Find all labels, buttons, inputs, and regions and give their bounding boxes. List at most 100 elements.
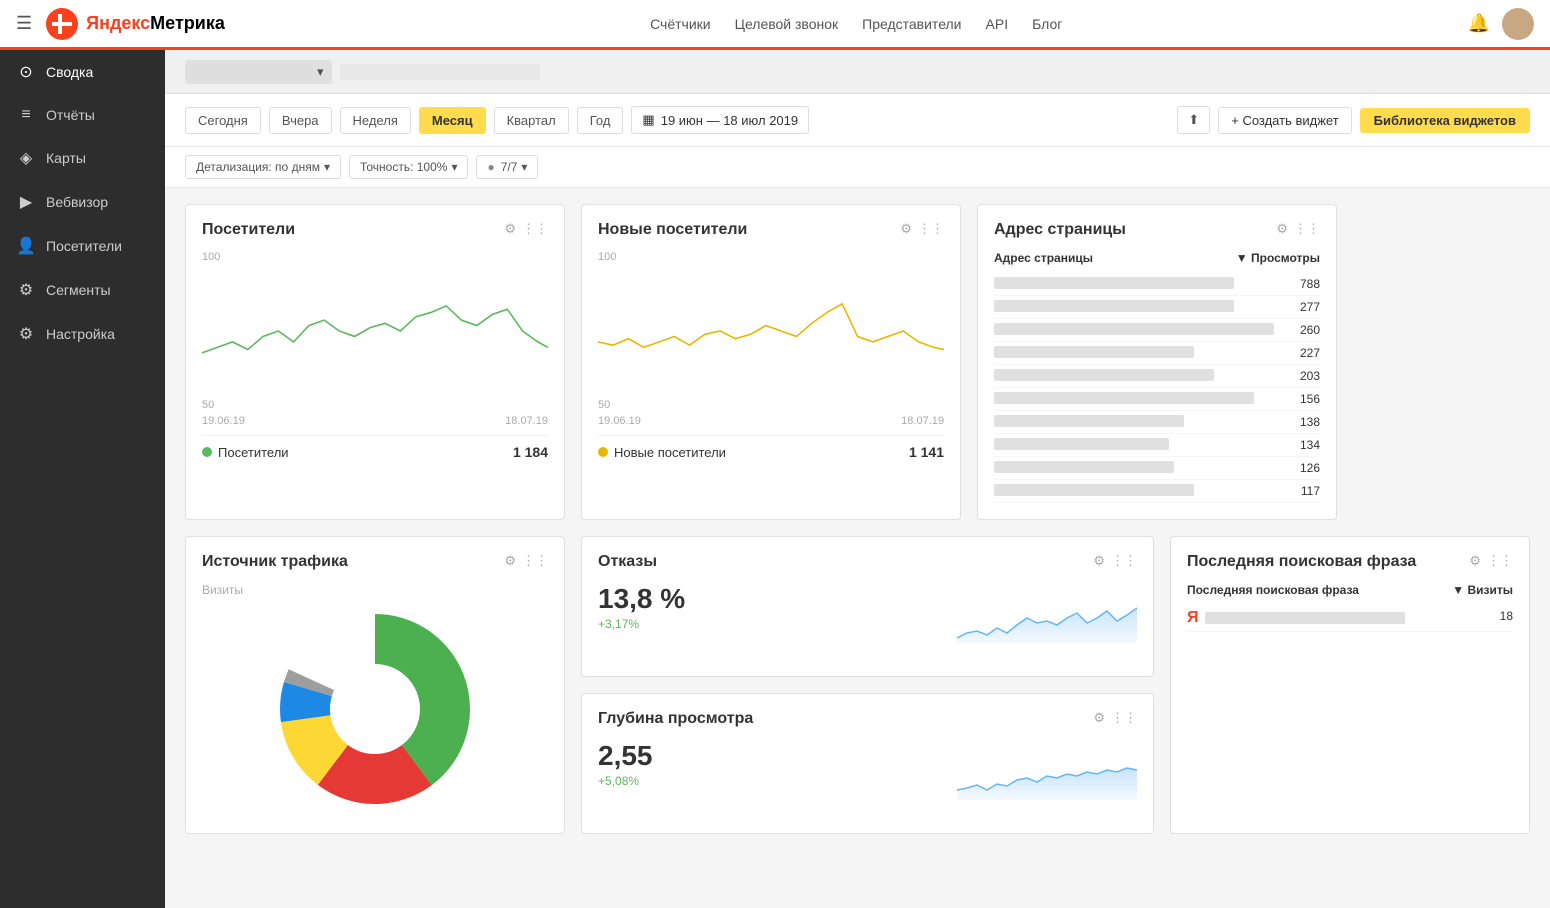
sidebar-label-karty: Карты — [46, 150, 86, 166]
sidebar-item-karty[interactable]: ◈ Карты — [0, 136, 165, 180]
search-visits-value: 18 — [1473, 609, 1513, 627]
address-blurred — [994, 346, 1194, 358]
counter-url-blurred — [340, 64, 540, 80]
nav-blog[interactable]: Блог — [1032, 16, 1062, 32]
depth-card: Глубина просмотра ⚙ ⋮⋮ 2,55 +5,08% — [581, 693, 1154, 834]
sidebar-label-svodka: Сводка — [46, 64, 93, 80]
period-week[interactable]: Неделя — [340, 107, 411, 134]
new-visitors-legend-value: 1 141 — [909, 444, 944, 460]
search-phrase-blurred — [1205, 612, 1405, 624]
bounce-stat-info: 13,8 % +3,17% — [598, 583, 945, 639]
toolbar-right: ⬆ + Создать виджет Библиотека виджетов — [1177, 106, 1530, 134]
grid-icon[interactable]: ⋮⋮ — [1294, 221, 1320, 237]
search-table-header: Последняя поисковая фраза ▼ Визиты — [1187, 583, 1513, 597]
address-blurred — [994, 323, 1274, 335]
bounce-actions: ⚙ ⋮⋮ — [1093, 553, 1137, 569]
visitors-legend-label: Посетители — [218, 445, 289, 460]
table-row: 117 — [994, 480, 1320, 503]
depth-header: Глубина просмотра ⚙ ⋮⋮ — [598, 710, 1137, 728]
nav-zvonok[interactable]: Целевой звонок — [735, 16, 839, 32]
grid-icon[interactable]: ⋮⋮ — [522, 553, 548, 569]
sidebar-label-posetiteli: Посетители — [46, 238, 122, 254]
address-col2: ▼ Просмотры — [1236, 251, 1320, 265]
nav-right: 🔔 — [1468, 8, 1534, 40]
grid-icon[interactable]: ⋮⋮ — [522, 221, 548, 237]
grid-row-2: Источник трафика ⚙ ⋮⋮ Визиты — [185, 536, 1530, 834]
sidebar-item-nastrojka[interactable]: ⚙ Настройка — [0, 312, 165, 356]
bounce-card: Отказы ⚙ ⋮⋮ 13,8 % +3,17% — [581, 536, 1154, 677]
address-blurred — [994, 300, 1234, 312]
visitors-card: Посетители ⚙ ⋮⋮ 100 50 — [185, 204, 565, 520]
search-header: Последняя поисковая фраза ⚙ ⋮⋮ — [1187, 553, 1513, 571]
grid-icon[interactable]: ⋮⋮ — [1111, 710, 1137, 726]
traffic-title: Источник трафика — [202, 553, 348, 571]
visitors-legend-value: 1 184 — [513, 444, 548, 460]
segments-dropdown[interactable]: ● 7/7 ▾ — [476, 155, 538, 179]
period-month[interactable]: Месяц — [419, 107, 486, 134]
new-visitors-chart — [598, 271, 944, 391]
sidebar-item-svodka[interactable]: ⊙ Сводка — [0, 50, 165, 94]
vebvizor-icon: ▶ — [16, 192, 36, 212]
grid-row-1: Посетители ⚙ ⋮⋮ 100 50 — [185, 204, 1530, 520]
new-visitors-header: Новые посетители ⚙ ⋮⋮ — [598, 221, 944, 239]
sidebar-item-segmenty[interactable]: ⚙ Сегменты — [0, 268, 165, 312]
main-content: ▾ Сегодня Вчера Неделя Месяц Квартал Год… — [165, 50, 1550, 908]
gear-icon[interactable]: ⚙ — [504, 221, 516, 237]
visitors-legend-dot — [202, 447, 212, 457]
sidebar: ⊙ Сводка ≡ Отчёты ◈ Карты ▶ Вебвизор 👤 П… — [0, 50, 165, 908]
user-avatar[interactable] — [1502, 8, 1534, 40]
sidebar-item-vebvizor[interactable]: ▶ Вебвизор — [0, 180, 165, 224]
hamburger-menu[interactable]: ☰ — [16, 13, 32, 34]
accuracy-dropdown[interactable]: Точность: 100% ▾ — [349, 155, 469, 179]
gear-icon[interactable]: ⚙ — [1276, 221, 1288, 237]
gear-icon[interactable]: ⚙ — [1469, 553, 1481, 569]
karty-icon: ◈ — [16, 148, 36, 168]
notification-bell-icon[interactable]: 🔔 — [1468, 13, 1490, 34]
sidebar-label-vebvizor: Вебвизор — [46, 194, 108, 210]
gear-icon[interactable]: ⚙ — [900, 221, 912, 237]
new-visitors-legend-item: Новые посетители — [598, 445, 726, 460]
table-row: 134 — [994, 434, 1320, 457]
period-today[interactable]: Сегодня — [185, 107, 261, 134]
detail-label: Детализация: по дням — [196, 160, 320, 174]
table-row: 138 — [994, 411, 1320, 434]
nav-predstaviteli[interactable]: Представители — [862, 16, 961, 32]
depth-stat-info: 2,55 +5,08% — [598, 740, 945, 796]
counter-selector[interactable]: ▾ — [185, 60, 332, 84]
visitors-y-max: 100 — [202, 251, 220, 263]
period-quarter[interactable]: Квартал — [494, 107, 569, 134]
create-widget-button[interactable]: + Создать виджет — [1218, 107, 1351, 134]
address-title: Адрес страницы — [994, 221, 1126, 239]
chevron-down-icon: ▾ — [317, 64, 324, 80]
date-range-picker[interactable]: ▦ 19 июн — 18 июл 2019 — [631, 106, 809, 134]
gear-icon[interactable]: ⚙ — [504, 553, 516, 569]
gear-icon[interactable]: ⚙ — [1093, 710, 1105, 726]
export-button[interactable]: ⬆ — [1177, 106, 1210, 134]
period-yesterday[interactable]: Вчера — [269, 107, 332, 134]
svodka-icon: ⊙ — [16, 62, 36, 82]
grid-icon[interactable]: ⋮⋮ — [918, 221, 944, 237]
search-row-content: Я — [1187, 609, 1473, 627]
grid-icon[interactable]: ⋮⋮ — [1487, 553, 1513, 569]
table-row: 227 — [994, 342, 1320, 365]
sidebar-item-otchety[interactable]: ≡ Отчёты — [0, 94, 165, 136]
library-button[interactable]: Библиотека виджетов — [1360, 108, 1530, 133]
visitors-y-mid: 50 — [202, 399, 214, 411]
depth-delta: +5,08% — [598, 774, 945, 788]
table-row: 277 — [994, 296, 1320, 319]
sidebar-item-posetiteli[interactable]: 👤 Посетители — [0, 224, 165, 268]
depth-title: Глубина просмотра — [598, 710, 753, 728]
search-card: Последняя поисковая фраза ⚙ ⋮⋮ Последняя… — [1170, 536, 1530, 834]
table-row: 260 — [994, 319, 1320, 342]
grid-icon[interactable]: ⋮⋮ — [1111, 553, 1137, 569]
detail-dropdown[interactable]: Детализация: по дням ▾ — [185, 155, 341, 179]
address-blurred — [994, 461, 1174, 473]
new-visitors-date-end: 18.07.19 — [901, 415, 944, 427]
depth-actions: ⚙ ⋮⋮ — [1093, 710, 1137, 726]
nav-schetchiki[interactable]: Счётчики — [650, 16, 711, 32]
nav-api[interactable]: API — [986, 16, 1009, 32]
gear-icon[interactable]: ⚙ — [1093, 553, 1105, 569]
depth-mini-chart — [957, 740, 1137, 800]
period-year[interactable]: Год — [577, 107, 624, 134]
traffic-donut-container — [202, 601, 548, 817]
